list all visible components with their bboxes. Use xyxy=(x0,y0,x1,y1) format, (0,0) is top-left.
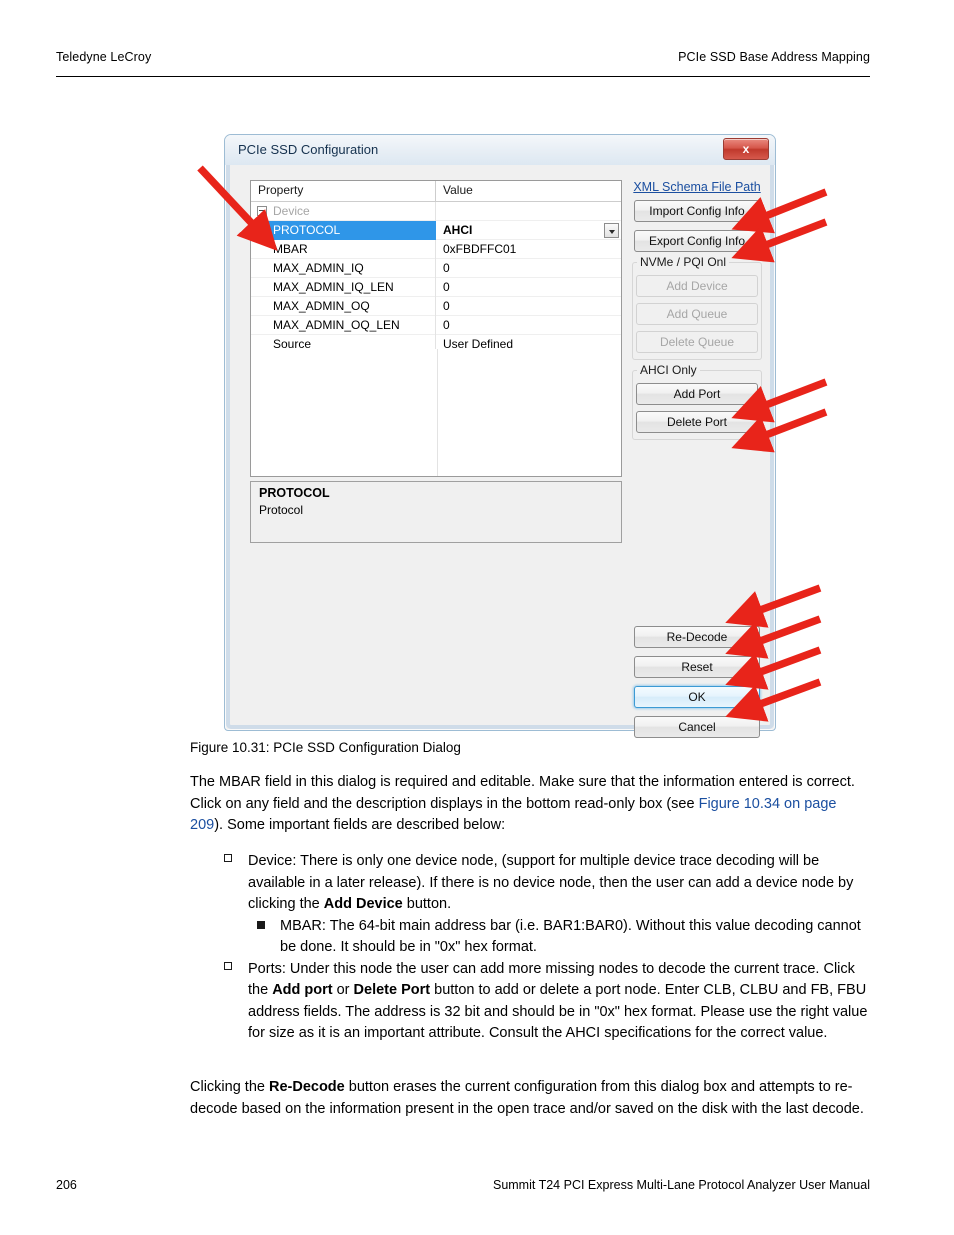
list-item-mbar: MBAR: The 64-bit main address bar (i.e. … xyxy=(218,916,873,959)
table-row-max-admin-oq-len[interactable]: MAX_ADMIN_OQ_LEN 0 xyxy=(251,315,621,335)
table-row-max-admin-iq-len[interactable]: MAX_ADMIN_IQ_LEN 0 xyxy=(251,277,621,297)
row-value-cell[interactable]: 0 xyxy=(436,259,621,278)
property-grid-header: Property Value xyxy=(251,181,621,202)
figure-image: PCIe SSD Configuration x Property Value … xyxy=(218,134,784,738)
table-row-mbar[interactable]: MBAR 0xFBDFFC01 xyxy=(251,239,621,259)
row-property-cell: MAX_ADMIN_OQ xyxy=(251,296,436,316)
row-property-label: Device xyxy=(273,203,310,218)
row-property-cell: MAX_ADMIN_IQ xyxy=(251,258,436,278)
row-value-cell xyxy=(436,202,621,221)
list-item-mbar-text: MBAR: The 64-bit main address bar (i.e. … xyxy=(280,917,861,956)
table-row-max-admin-iq[interactable]: MAX_ADMIN_IQ 0 xyxy=(251,258,621,278)
footer-manual-title: Summit T24 PCI Express Multi-Lane Protoc… xyxy=(492,1178,870,1192)
column-header-property: Property xyxy=(251,181,436,201)
paragraph-intro-part2: ). Some important fields are described b… xyxy=(214,817,506,833)
reset-button[interactable]: Reset xyxy=(634,656,760,678)
row-property-cell: MAX_ADMIN_OQ_LEN xyxy=(251,315,436,335)
table-row-protocol[interactable]: PROTOCOL AHCI xyxy=(251,220,621,240)
dialog-title-bar[interactable]: PCIe SSD Configuration x xyxy=(225,135,775,165)
table-row-device-group[interactable]: Device xyxy=(251,201,621,221)
column-header-value: Value xyxy=(443,183,473,197)
row-value-cell[interactable]: 0xFBDFFC01 xyxy=(436,240,621,259)
re-decode-emphasis: Re-Decode xyxy=(268,1079,345,1095)
list-item-ports: Ports: Under this node the user can add … xyxy=(218,959,873,1045)
row-value-cell[interactable]: AHCI xyxy=(436,221,621,240)
row-property-cell: Device xyxy=(251,201,436,221)
ahci-only-group-label: AHCI Only xyxy=(637,363,700,377)
xml-schema-file-path-link[interactable]: XML Schema File Path xyxy=(632,180,762,194)
row-value-cell[interactable]: 0 xyxy=(436,297,621,316)
dialog-body: Property Value Device PROTOCOL AHCI MBAR… xyxy=(232,165,769,738)
close-icon[interactable]: x xyxy=(723,138,769,160)
nvme-pqi-only-group: NVMe / PQI Onl Add Device Add Queue Dele… xyxy=(632,255,762,360)
list-item-device-part2: button. xyxy=(402,896,452,912)
paragraph-redecode: Clicking the Re-Decode button erases the… xyxy=(190,1077,870,1120)
chevron-down-icon[interactable] xyxy=(604,222,619,238)
dialog-action-buttons: Re-Decode Reset OK Cancel xyxy=(632,626,762,746)
paragraph-intro: The MBAR field in this dialog is require… xyxy=(190,772,870,837)
nvme-pqi-only-group-label: NVMe / PQI Onl xyxy=(637,255,730,269)
add-device-emphasis: Add Device xyxy=(323,896,403,912)
delete-port-button[interactable]: Delete Port xyxy=(636,411,758,433)
protocol-value-text: AHCI xyxy=(443,222,473,237)
ahci-only-group: AHCI Only Add Port Delete Port xyxy=(632,363,762,440)
dialog-title: PCIe SSD Configuration xyxy=(238,142,379,157)
square-outline-bullet-icon xyxy=(224,961,232,970)
bullet-list: Device: There is only one device node, (… xyxy=(218,851,873,1045)
pcie-ssd-configuration-dialog: PCIe SSD Configuration x Property Value … xyxy=(224,134,776,738)
property-grid[interactable]: Property Value Device PROTOCOL AHCI MBAR… xyxy=(250,180,622,477)
description-title: PROTOCOL xyxy=(259,486,330,500)
page-number: 206 xyxy=(56,1178,77,1192)
table-row-max-admin-oq[interactable]: MAX_ADMIN_OQ 0 xyxy=(251,296,621,316)
page-header: Teledyne LeCroy PCIe SSD Base Address Ma… xyxy=(56,50,870,77)
ok-button[interactable]: OK xyxy=(634,686,760,708)
list-item-ports-mid: or xyxy=(332,982,354,998)
square-filled-bullet-icon xyxy=(257,920,265,929)
row-value-cell[interactable]: 0 xyxy=(436,316,621,335)
re-decode-button[interactable]: Re-Decode xyxy=(634,626,760,648)
export-config-info-button[interactable]: Export Config Info xyxy=(634,230,760,252)
row-value-cell[interactable]: 0 xyxy=(436,278,621,297)
header-company-name: Teledyne LeCroy xyxy=(56,50,152,64)
delete-port-emphasis: Delete Port xyxy=(353,982,431,998)
paragraph-redecode-part1: Clicking the xyxy=(190,1079,269,1095)
description-text: Protocol xyxy=(259,503,304,517)
property-grid-empty-area xyxy=(251,349,621,476)
description-pane: PROTOCOL Protocol xyxy=(250,481,622,543)
add-port-button[interactable]: Add Port xyxy=(636,383,758,405)
list-item-device: Device: There is only one device node, (… xyxy=(218,851,873,916)
square-outline-bullet-icon xyxy=(224,854,232,862)
delete-queue-button[interactable]: Delete Queue xyxy=(636,331,758,353)
figure-caption: Figure 10.31: PCIe SSD Configuration Dia… xyxy=(190,740,461,755)
add-port-emphasis: Add port xyxy=(272,982,333,998)
row-property-cell: PROTOCOL xyxy=(251,220,436,240)
import-config-info-button[interactable]: Import Config Info xyxy=(634,200,760,222)
collapse-expander-icon[interactable] xyxy=(257,205,267,216)
row-property-cell: MBAR xyxy=(251,239,436,259)
add-queue-button[interactable]: Add Queue xyxy=(636,303,758,325)
header-section-title: PCIe SSD Base Address Mapping xyxy=(678,50,870,64)
add-device-button[interactable]: Add Device xyxy=(636,275,758,297)
cancel-button[interactable]: Cancel xyxy=(634,716,760,738)
side-panel: XML Schema File Path Import Config Info … xyxy=(632,180,762,446)
column-divider xyxy=(437,349,438,476)
row-property-cell: MAX_ADMIN_IQ_LEN xyxy=(251,277,436,297)
